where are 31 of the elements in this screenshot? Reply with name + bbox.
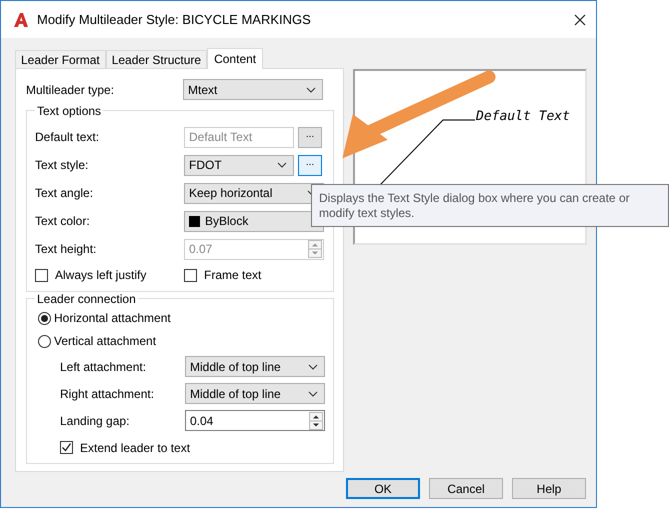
- dialog-button[interactable]: OK: [346, 478, 420, 499]
- browse-button[interactable]: ...: [298, 154, 322, 176]
- dropdown[interactable]: Middle of top line: [185, 383, 325, 404]
- dialog-button[interactable]: Help: [512, 478, 586, 499]
- field-label: Default text:: [35, 130, 100, 144]
- dropdown[interactable]: Middle of top line: [185, 356, 325, 377]
- dialog-button[interactable]: Cancel: [429, 478, 503, 499]
- field-label: Multileader type:: [26, 82, 116, 96]
- field-label: Text style:: [35, 158, 90, 172]
- group-title: Leader connection: [35, 292, 138, 306]
- checkbox-label: Frame text: [204, 268, 262, 282]
- preview-text: Default Text: [476, 109, 570, 124]
- field-label: Text color:: [35, 214, 91, 228]
- field-label: Text height:: [35, 242, 98, 256]
- radio-label: Vertical attachment: [54, 334, 156, 348]
- tab[interactable]: Leader Structure: [106, 50, 208, 68]
- checkbox-label: Extend leader to text: [80, 440, 190, 454]
- tooltip: Displays the Text Style dialog box where you can create or modify text styles.: [311, 184, 669, 227]
- window-title: Modify Multileader Style: BICYCLE MARKINGS: [37, 12, 312, 27]
- field-label: Landing gap:: [60, 414, 130, 428]
- spinner-field[interactable]: 0.04: [185, 410, 325, 431]
- dropdown[interactable]: Mtext: [183, 79, 323, 100]
- dropdown[interactable]: FDOT: [184, 154, 294, 176]
- tab[interactable]: Content: [207, 48, 264, 69]
- checkbox-label: Always left justify: [55, 268, 146, 282]
- field-label: Left attachment:: [60, 360, 148, 374]
- field-label: Text angle:: [35, 186, 94, 200]
- tab[interactable]: Leader Format: [15, 50, 106, 68]
- radio-label: Horizontal attachment: [54, 311, 171, 325]
- group-title: Text options: [35, 104, 104, 118]
- field-label: Right attachment:: [60, 386, 156, 400]
